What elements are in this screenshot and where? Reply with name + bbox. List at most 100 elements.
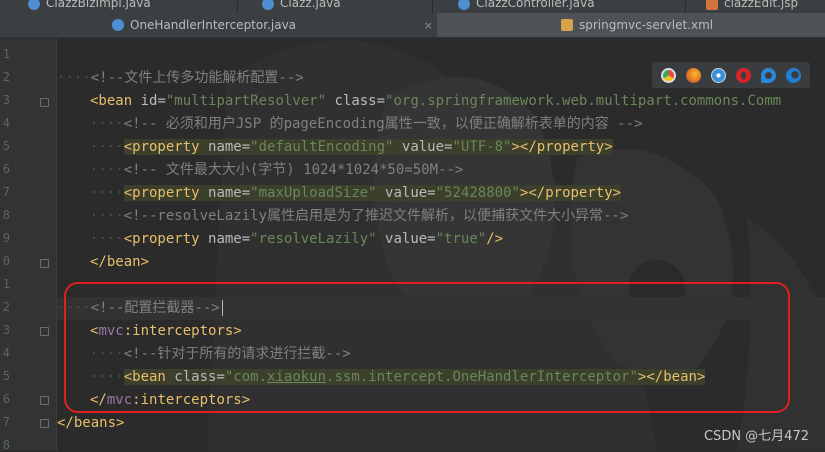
line-number: 3 — [2, 323, 10, 337]
xml-attr: value= — [393, 139, 453, 155]
code-line: </beans> — [57, 412, 124, 434]
tab-clazzedit-jsp[interactable]: clazzEdit.jsp — [706, 0, 798, 10]
jsp-file-icon — [706, 0, 718, 10]
tab-label: springmvc-servlet.xml — [579, 18, 714, 32]
xml-attr: value= — [376, 231, 436, 247]
xml-value: "true" — [435, 231, 487, 247]
line-number: 4 — [2, 346, 10, 360]
fold-toggle-icon[interactable] — [40, 327, 49, 336]
code-line: ····<!-- 文件最大大小(字节) 1024*1024*50=50M--> — [90, 159, 463, 181]
line-number: 8 — [2, 208, 10, 222]
xml-attr: name= — [208, 185, 251, 201]
chrome-icon[interactable] — [661, 67, 676, 83]
xml-value: "defaultEncoding" — [250, 139, 394, 155]
xml-tag: <property — [123, 185, 209, 201]
line-number: 6 — [2, 392, 10, 406]
tab-onehandlerinterceptor[interactable]: OneHandlerInterceptor.java × — [108, 13, 439, 37]
xml-attr: value= — [376, 185, 436, 201]
xml-attr: class= — [326, 93, 386, 109]
xml-comment: <!--文件上传多功能解析配置--> — [90, 70, 304, 86]
java-class-icon — [262, 0, 274, 10]
xml-tag: ></property> — [519, 185, 622, 201]
browser-preview-toolbar — [652, 62, 810, 88]
line-number: 9 — [2, 231, 10, 245]
edge-icon[interactable] — [786, 67, 801, 83]
indent-guide: ···· — [90, 116, 124, 132]
tab-clazzcontroller[interactable]: ClazzController.java — [458, 0, 595, 10]
line-number: 6 — [2, 162, 10, 176]
xml-tag: <property — [123, 139, 209, 155]
indent-guide: ···· — [90, 208, 124, 224]
java-class-icon — [458, 0, 470, 10]
fold-toggle-icon[interactable] — [40, 419, 49, 428]
tab-divider — [237, 0, 238, 13]
tab-label: clazzEdit.jsp — [724, 0, 799, 10]
xml-comment: <!-- 文件最大大小(字节) 1024*1024*50=50M--> — [123, 162, 464, 178]
xml-value: "maxUploadSize" — [250, 185, 377, 201]
line-number: 3 — [2, 93, 10, 107]
line-number: 8 — [2, 438, 10, 452]
csdn-watermark: CSDN @七月472 — [703, 429, 809, 444]
tab-label: Clazz.java — [280, 0, 341, 10]
xml-tag: </beans> — [57, 415, 125, 431]
xml-attr: name= — [208, 139, 251, 155]
fold-toggle-icon[interactable] — [40, 259, 49, 268]
fold-toggle-icon[interactable] — [40, 98, 49, 107]
xml-comment: <!-- 必须和用户JSP 的pageEncoding属性一致，以便正确解析表单… — [123, 116, 643, 132]
indent-guide: ···· — [90, 139, 124, 155]
code-line: ····<!--文件上传多功能解析配置--> — [57, 67, 304, 89]
code-line: ····<property name="defaultEncoding" val… — [90, 136, 613, 158]
xml-value: "52428800" — [435, 185, 520, 201]
xml-value: "org.springframework.web.multipart.commo… — [385, 93, 782, 109]
xml-tag: <property — [123, 231, 209, 247]
xml-file-icon — [561, 19, 573, 31]
code-line: <bean id="multipartResolver" class="org.… — [90, 90, 781, 112]
code-line: ····<!-- 必须和用户JSP 的pageEncoding属性一致，以便正确… — [90, 113, 642, 135]
tab-springmvc-servlet[interactable]: springmvc-servlet.xml — [437, 13, 825, 37]
opera-icon[interactable] — [736, 67, 751, 83]
tab-label: ClazzBizImpl.java — [46, 0, 151, 10]
tab-label: OneHandlerInterceptor.java — [130, 18, 297, 32]
code-line: ····<property name="resolveLazily" value… — [90, 228, 503, 250]
java-class-icon — [112, 19, 124, 31]
indent-guide: ···· — [90, 231, 124, 247]
xml-tag: <bean — [90, 93, 141, 109]
java-class-icon — [28, 0, 40, 10]
indent-guide: ···· — [90, 185, 124, 201]
fold-toggle-icon[interactable] — [40, 396, 49, 405]
tab-divider — [432, 0, 433, 13]
line-number: 1 — [2, 277, 10, 291]
tab-divider — [685, 0, 686, 13]
close-tab-icon[interactable]: × — [424, 19, 433, 32]
line-number: 0 — [2, 254, 10, 268]
safari-icon[interactable] — [711, 67, 726, 83]
xml-value: "UTF-8" — [452, 139, 512, 155]
line-number: 7 — [2, 185, 10, 199]
xml-comment: <!--resolveLazily属性启用是为了推迟文件解析，以便捕获文件大小异… — [123, 208, 629, 224]
line-number: 7 — [2, 415, 10, 429]
line-number: 5 — [2, 369, 10, 383]
annotation-highlight-box — [64, 282, 790, 413]
code-line: ····<property name="maxUploadSize" value… — [90, 182, 622, 204]
xml-tag: ></property> — [511, 139, 613, 155]
line-number: 5 — [2, 139, 10, 153]
code-line: ····<!--resolveLazily属性启用是为了推迟文件解析，以便捕获文… — [90, 205, 628, 227]
xml-attr: id= — [140, 93, 166, 109]
line-number: 2 — [2, 70, 10, 84]
firefox-icon[interactable] — [686, 67, 701, 83]
tab-clazzbizimpl[interactable]: ClazzBizImpl.java — [28, 0, 151, 10]
editor-tabs-row-2: OneHandlerInterceptor.java × springmvc-s… — [0, 13, 825, 38]
xml-attr: name= — [208, 231, 251, 247]
line-number: 1 — [2, 47, 10, 61]
ie-icon[interactable] — [761, 67, 776, 83]
tab-label: ClazzController.java — [476, 0, 595, 10]
xml-tag: /> — [486, 231, 504, 247]
xml-value: "multipartResolver" — [165, 93, 327, 109]
xml-tag: </bean> — [90, 254, 150, 270]
tab-clazz[interactable]: Clazz.java — [262, 0, 341, 10]
xml-value: "resolveLazily" — [250, 231, 377, 247]
line-number: 2 — [2, 300, 10, 314]
line-number: 4 — [2, 116, 10, 130]
line-number-gutter: 1 2 3 4 5 6 7 8 9 0 1 2 3 4 5 6 7 8 — [0, 38, 57, 452]
editor-tabs-row-1: ClazzBizImpl.java Clazz.java ClazzContro… — [0, 0, 825, 14]
